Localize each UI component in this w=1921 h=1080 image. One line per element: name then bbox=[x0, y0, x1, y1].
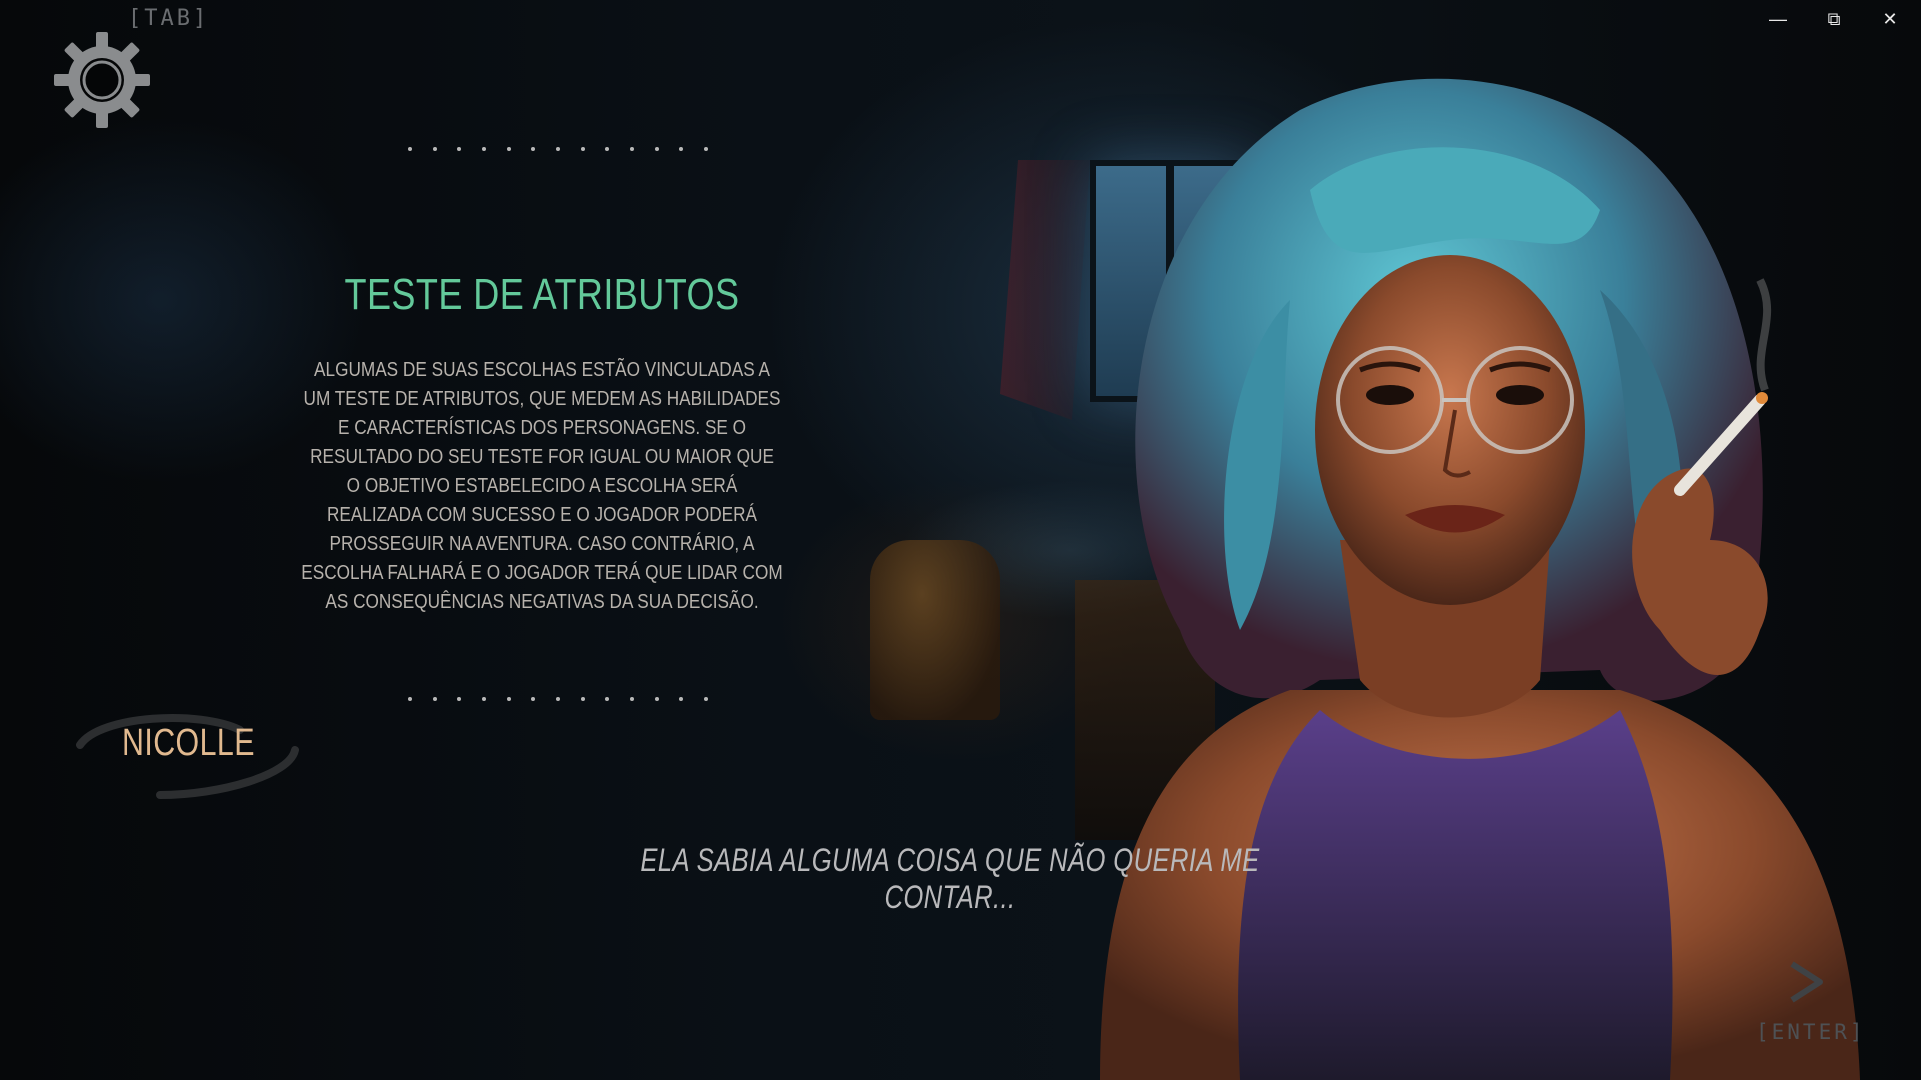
close-button[interactable]: ✕ bbox=[1862, 0, 1918, 38]
panel-description: ALGUMAS DE SUAS ESCOLHAS ESTÃO VINCULADA… bbox=[301, 359, 783, 613]
chevron-right-icon[interactable] bbox=[1786, 960, 1826, 1004]
background-armchair bbox=[870, 540, 1000, 720]
character-portrait-nicolle bbox=[1100, 78, 1860, 1080]
minimize-button[interactable]: — bbox=[1750, 0, 1806, 38]
panel-title: TESTE DE ATRIBUTOS bbox=[344, 270, 740, 319]
restore-button[interactable]: ⧉ bbox=[1806, 0, 1862, 38]
speaker-name: NICOLLE bbox=[122, 722, 255, 764]
dialogue-text: ELA SABIA ALGUMA COISA QUE NÃO QUERIA ME… bbox=[640, 842, 1260, 915]
enter-key-hint[interactable]: [ENTER] bbox=[1756, 1020, 1866, 1044]
gear-icon[interactable] bbox=[52, 30, 152, 130]
tab-key-hint: [TAB] bbox=[128, 6, 210, 31]
panel-divider-bottom bbox=[408, 697, 708, 703]
panel-divider-top bbox=[408, 147, 708, 153]
